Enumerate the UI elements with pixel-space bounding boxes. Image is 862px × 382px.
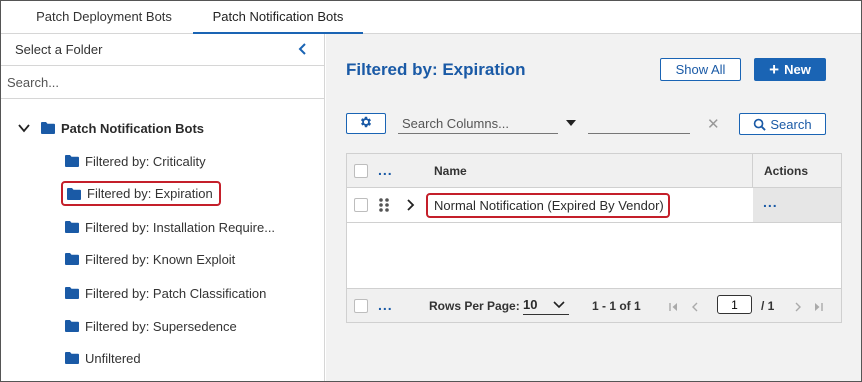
more-icon[interactable]: ... bbox=[378, 163, 393, 177]
rows-per-page-value: 10 bbox=[523, 297, 538, 312]
folder-search bbox=[1, 66, 324, 99]
folder-item-label: Filtered by: Patch Classification bbox=[85, 285, 267, 301]
main-panel: Filtered by: Expiration Show All + New ✕… bbox=[326, 34, 861, 381]
tree-root-label: Patch Notification Bots bbox=[61, 120, 205, 136]
folder-item-label: Unfiltered bbox=[85, 350, 141, 366]
row-name[interactable]: Normal Notification (Expired By Vendor) bbox=[426, 193, 670, 218]
folder-search-input[interactable] bbox=[7, 70, 307, 94]
search-value bbox=[588, 114, 690, 134]
show-all-button[interactable]: Show All bbox=[660, 58, 741, 81]
chevron-right-icon[interactable] bbox=[405, 199, 415, 211]
bots-table: ... Name Actions Normal Notification (Ex… bbox=[346, 153, 842, 323]
folder-item-criticality[interactable]: Filtered by: Criticality bbox=[65, 150, 206, 172]
column-search-input[interactable] bbox=[398, 114, 558, 132]
search-button-label: Search bbox=[770, 116, 812, 132]
caret-down-icon[interactable] bbox=[566, 120, 576, 126]
chevron-down-icon[interactable] bbox=[17, 121, 31, 135]
rows-per-page-label: Rows Per Page: bbox=[429, 299, 520, 313]
folder-icon bbox=[65, 155, 79, 167]
tab-patch-notification-bots[interactable]: Patch Notification Bots bbox=[193, 1, 363, 34]
last-page-icon[interactable] bbox=[813, 300, 823, 311]
close-icon[interactable]: ✕ bbox=[707, 115, 720, 133]
folder-item-label: Filtered by: Installation Require... bbox=[85, 219, 276, 235]
rows-per-page-select[interactable]: 10 bbox=[523, 295, 569, 315]
plus-icon: + bbox=[769, 60, 780, 79]
app-window: Patch Deployment Bots Patch Notification… bbox=[0, 0, 862, 382]
column-search bbox=[398, 114, 558, 134]
new-button[interactable]: + New bbox=[754, 58, 826, 81]
folder-item-supersedence[interactable]: Filtered by: Supersedence bbox=[65, 315, 237, 337]
table-row[interactable]: Normal Notification (Expired By Vendor) … bbox=[347, 188, 841, 223]
first-page-icon[interactable] bbox=[669, 300, 679, 311]
folder-item-label: Filtered by: Supersedence bbox=[85, 318, 237, 334]
new-button-label: New bbox=[784, 62, 811, 77]
folder-item-unfiltered[interactable]: Unfiltered bbox=[65, 347, 141, 369]
table-header: ... Name Actions bbox=[347, 154, 841, 188]
sidebar-header: Select a Folder bbox=[1, 34, 324, 66]
table-footer: ... Rows Per Page: 10 1 - 1 of 1 / 1 bbox=[347, 288, 841, 322]
column-header-name[interactable]: Name bbox=[434, 164, 467, 178]
prev-page-icon[interactable] bbox=[690, 300, 700, 312]
total-pages: / 1 bbox=[761, 299, 775, 313]
chevron-left-icon[interactable] bbox=[296, 40, 310, 58]
search-icon bbox=[754, 118, 767, 131]
chevron-down-icon bbox=[553, 301, 565, 309]
folder-item-label: Filtered by: Criticality bbox=[85, 153, 206, 169]
footer-checkbox[interactable] bbox=[354, 299, 368, 313]
drag-handle-icon[interactable] bbox=[378, 197, 390, 213]
folder-sidebar: Select a Folder Patch Notification Bots … bbox=[1, 34, 325, 381]
gear-icon bbox=[359, 115, 373, 132]
footer-more-icon[interactable]: ... bbox=[378, 298, 393, 312]
tab-bar: Patch Deployment Bots Patch Notification… bbox=[1, 1, 861, 34]
folder-item-known-exploit[interactable]: Filtered by: Known Exploit bbox=[65, 248, 235, 270]
page-range: 1 - 1 of 1 bbox=[592, 299, 641, 313]
search-value-input[interactable] bbox=[588, 114, 690, 132]
folder-icon bbox=[65, 352, 79, 364]
search-button[interactable]: Search bbox=[739, 113, 826, 135]
folder-icon bbox=[65, 320, 79, 332]
folder-icon bbox=[67, 187, 81, 200]
column-header-actions: Actions bbox=[764, 164, 809, 178]
folder-item-label: Filtered by: Expiration bbox=[87, 186, 213, 201]
page-number-input[interactable] bbox=[717, 295, 752, 314]
column-divider bbox=[752, 154, 753, 188]
select-all-checkbox[interactable] bbox=[354, 164, 368, 178]
row-checkbox[interactable] bbox=[354, 198, 368, 212]
folder-icon bbox=[65, 221, 79, 233]
row-actions-more-icon[interactable]: ... bbox=[763, 195, 778, 209]
folder-icon bbox=[41, 122, 55, 134]
tree-root-patch-notification-bots[interactable]: Patch Notification Bots bbox=[17, 118, 204, 138]
folder-icon bbox=[65, 287, 79, 299]
next-page-icon[interactable] bbox=[793, 300, 803, 312]
folder-item-label: Filtered by: Known Exploit bbox=[85, 251, 236, 267]
sidebar-title: Select a Folder bbox=[15, 42, 103, 57]
folder-item-patch-classification[interactable]: Filtered by: Patch Classification bbox=[65, 282, 266, 304]
tab-patch-deployment-bots[interactable]: Patch Deployment Bots bbox=[15, 1, 193, 34]
column-settings-button[interactable] bbox=[346, 113, 386, 134]
folder-item-expiration[interactable]: Filtered by: Expiration bbox=[61, 181, 221, 206]
folder-icon bbox=[65, 253, 79, 265]
folder-item-installation-requirements[interactable]: Filtered by: Installation Require... bbox=[65, 216, 275, 238]
page-title: Filtered by: Expiration bbox=[346, 60, 526, 79]
